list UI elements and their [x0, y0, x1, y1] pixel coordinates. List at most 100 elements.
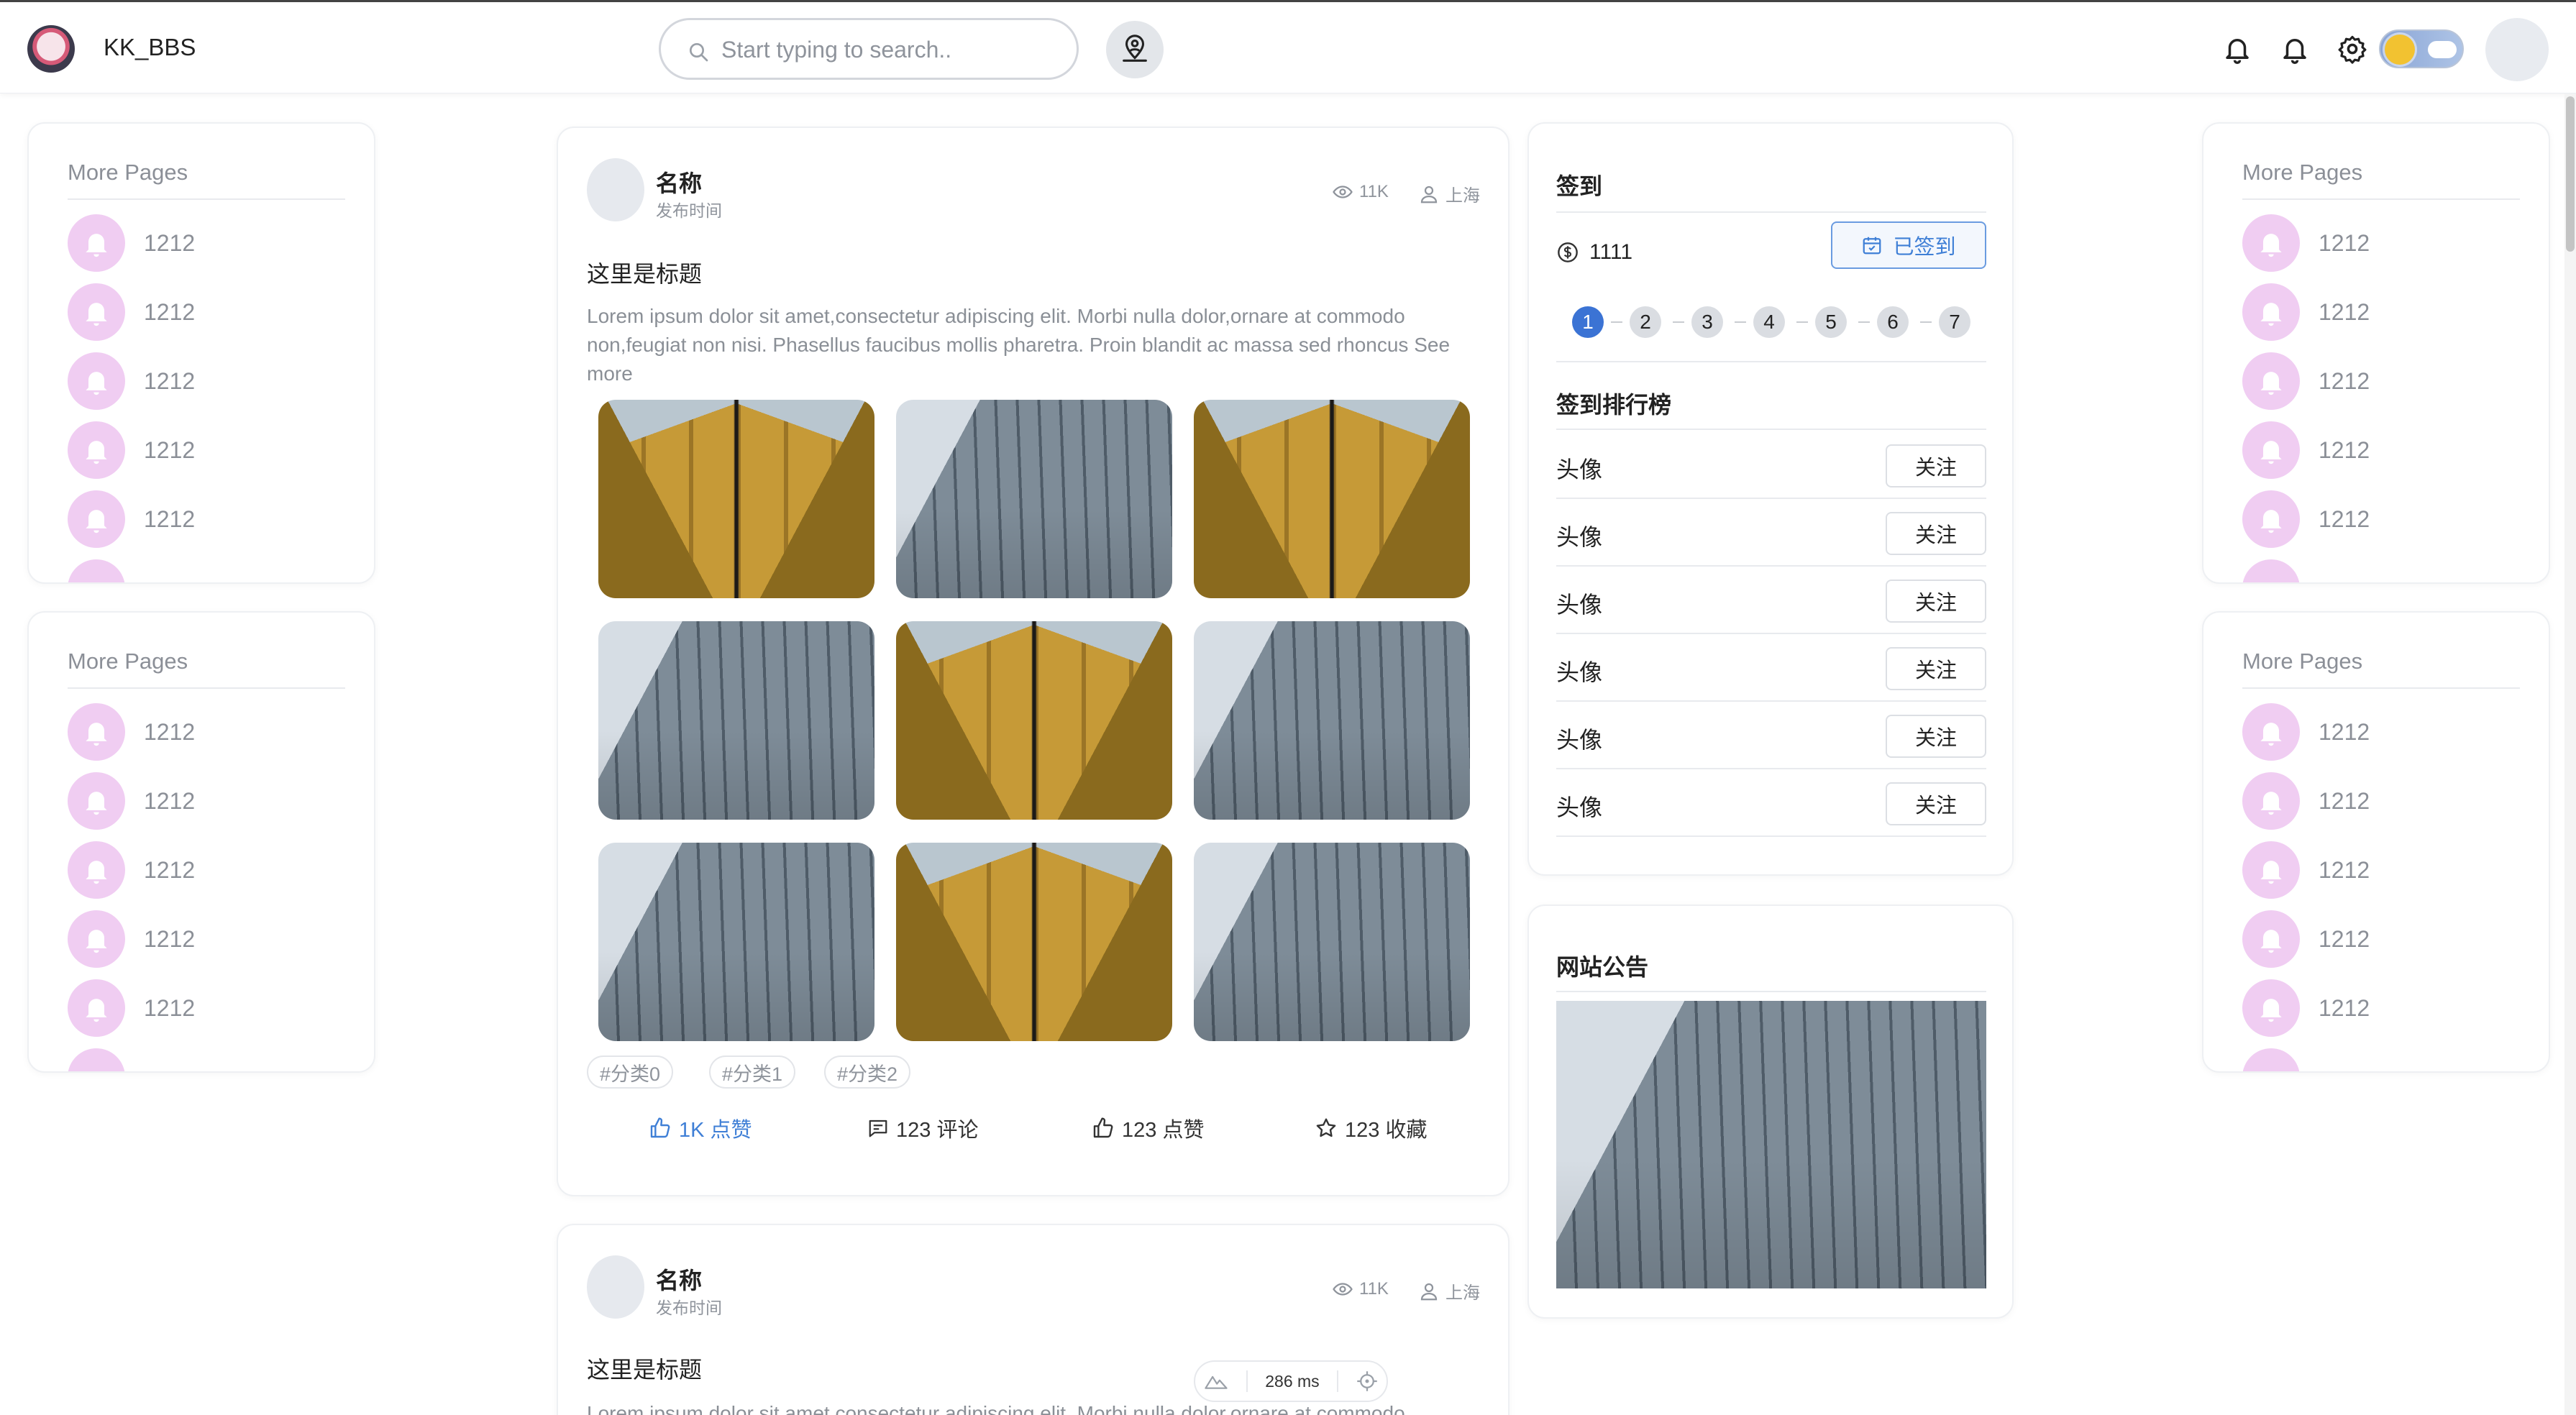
rank-avatar-label[interactable]: 头像	[1556, 587, 1602, 620]
list-item[interactable]: 1212	[68, 840, 355, 900]
page-scrollbar-thumb[interactable]	[2566, 96, 2575, 252]
theme-toggle[interactable]	[2379, 29, 2464, 68]
notice-image[interactable]	[1556, 1001, 1986, 1288]
follow-button[interactable]: 关注	[1886, 444, 1986, 487]
page-list: 1212 1212 1212 1212 1212	[68, 696, 355, 1071]
sun-icon	[2385, 35, 2415, 65]
rank-avatar-label[interactable]: 头像	[1556, 722, 1602, 755]
list-item[interactable]: 1212	[68, 771, 355, 831]
list-item[interactable]: 1212	[68, 702, 355, 762]
post-image[interactable]	[896, 400, 1172, 598]
author-name[interactable]: 名称	[656, 1263, 702, 1296]
post-image[interactable]	[598, 621, 874, 820]
site-logo[interactable]	[27, 25, 75, 73]
list-item[interactable]: 1212	[68, 420, 355, 480]
leaderboard-row: 头像 关注	[1556, 769, 1986, 837]
list-item[interactable]: 1212	[68, 213, 355, 273]
author-avatar[interactable]	[587, 158, 644, 221]
leaderboard-row: 头像 关注	[1556, 431, 1986, 499]
rank-avatar-label[interactable]: 头像	[1556, 789, 1602, 823]
list-item[interactable]: 1212	[2242, 909, 2530, 969]
rank-avatar-label[interactable]: 头像	[1556, 519, 1602, 552]
rank-avatar-label[interactable]: 头像	[1556, 452, 1602, 485]
rank-avatar-label[interactable]: 头像	[1556, 654, 1602, 687]
list-item-partial[interactable]	[68, 558, 355, 582]
follow-button[interactable]: 关注	[1886, 580, 1986, 623]
list-item-partial[interactable]	[2242, 558, 2530, 582]
list-item-label: 1212	[2319, 925, 2370, 952]
notification-bell-button[interactable]	[2221, 32, 2254, 65]
post-image[interactable]	[1194, 400, 1470, 598]
list-item[interactable]: 1212	[2242, 702, 2530, 762]
list-item[interactable]: 1212	[68, 282, 355, 342]
crosshair-icon[interactable]	[1356, 1370, 1378, 1392]
map-pin-user-icon	[1123, 35, 1147, 62]
list-item[interactable]: 1212	[68, 489, 355, 549]
checkin-button[interactable]: 已签到	[1831, 221, 1986, 269]
divider	[2242, 198, 2520, 200]
leaderboard-row: 头像 关注	[1556, 702, 1986, 769]
search-box[interactable]	[659, 18, 1079, 80]
page-scrollbar[interactable]	[2564, 93, 2576, 1415]
checkin-day: 3	[1691, 306, 1723, 338]
follow-button[interactable]: 关注	[1886, 647, 1986, 690]
post-image[interactable]	[1194, 621, 1470, 820]
author-name[interactable]: 名称	[656, 165, 702, 198]
list-item[interactable]: 1212	[2242, 771, 2530, 831]
performance-indicator: 286 ms	[1194, 1360, 1388, 1402]
post-image[interactable]	[598, 843, 874, 1041]
follow-button[interactable]: 关注	[1886, 782, 1986, 825]
comment-label: 123 评论	[896, 1119, 979, 1142]
list-item[interactable]: 1212	[2242, 282, 2530, 342]
list-item[interactable]: 1212	[68, 909, 355, 969]
post-title[interactable]: 这里是标题	[587, 1352, 702, 1385]
author-avatar[interactable]	[587, 1255, 644, 1319]
list-item[interactable]: 1212	[2242, 213, 2530, 273]
list-item-label: 1212	[144, 229, 196, 256]
post-time: 发布时间	[656, 1299, 722, 1317]
tag-chip[interactable]: #分类2	[824, 1055, 911, 1089]
map-pin-user-button[interactable]	[1106, 21, 1164, 78]
list-item-label: 1212	[144, 994, 196, 1021]
thumb-button[interactable]: 123 点赞	[1092, 1113, 1204, 1143]
message-bell-button[interactable]	[2278, 32, 2311, 65]
bell-avatar-icon	[2242, 421, 2300, 479]
list-item[interactable]: 1212	[68, 351, 355, 411]
list-item-partial[interactable]	[2242, 1047, 2530, 1071]
list-item[interactable]: 1212	[2242, 420, 2530, 480]
post-image[interactable]	[1194, 843, 1470, 1041]
list-item[interactable]: 1212	[2242, 840, 2530, 900]
bell-avatar-icon	[2242, 490, 2300, 548]
like-button[interactable]: 1K 点赞	[649, 1113, 752, 1143]
bell-avatar-icon	[68, 841, 125, 899]
thumb-label: 123 点赞	[1122, 1119, 1205, 1142]
list-item[interactable]: 1212	[2242, 978, 2530, 1038]
list-item-partial[interactable]	[68, 1047, 355, 1071]
follow-button[interactable]: 关注	[1886, 715, 1986, 758]
list-item-label: 1212	[144, 787, 196, 814]
search-input[interactable]	[721, 33, 1052, 66]
more-pages-card: More Pages 1212 1212 1212 1212 1212	[2202, 122, 2550, 584]
comment-button[interactable]: 123 评论	[867, 1113, 978, 1143]
view-count: 11K	[1332, 181, 1389, 203]
list-item[interactable]: 1212	[68, 978, 355, 1038]
tag-chip[interactable]: #分类1	[709, 1055, 796, 1089]
collect-button[interactable]: 123 收藏	[1315, 1113, 1427, 1143]
post-image[interactable]	[896, 621, 1172, 820]
user-avatar[interactable]	[2485, 18, 2549, 81]
follow-button[interactable]: 关注	[1886, 512, 1986, 555]
checkin-day: 6	[1877, 306, 1909, 338]
search-icon	[690, 43, 708, 62]
day-connector	[1796, 321, 1808, 323]
list-item[interactable]: 1212	[2242, 489, 2530, 549]
settings-button[interactable]	[2336, 32, 2369, 65]
post-image[interactable]	[896, 843, 1172, 1041]
post-image[interactable]	[598, 400, 874, 598]
checkin-day: 1	[1572, 306, 1604, 338]
bell-avatar-icon	[68, 559, 125, 582]
list-item-label: 1212	[144, 367, 196, 394]
post-title[interactable]: 这里是标题	[587, 256, 702, 289]
brand-name[interactable]: KK_BBS	[104, 34, 196, 61]
tag-chip[interactable]: #分类0	[587, 1055, 674, 1089]
list-item[interactable]: 1212	[2242, 351, 2530, 411]
